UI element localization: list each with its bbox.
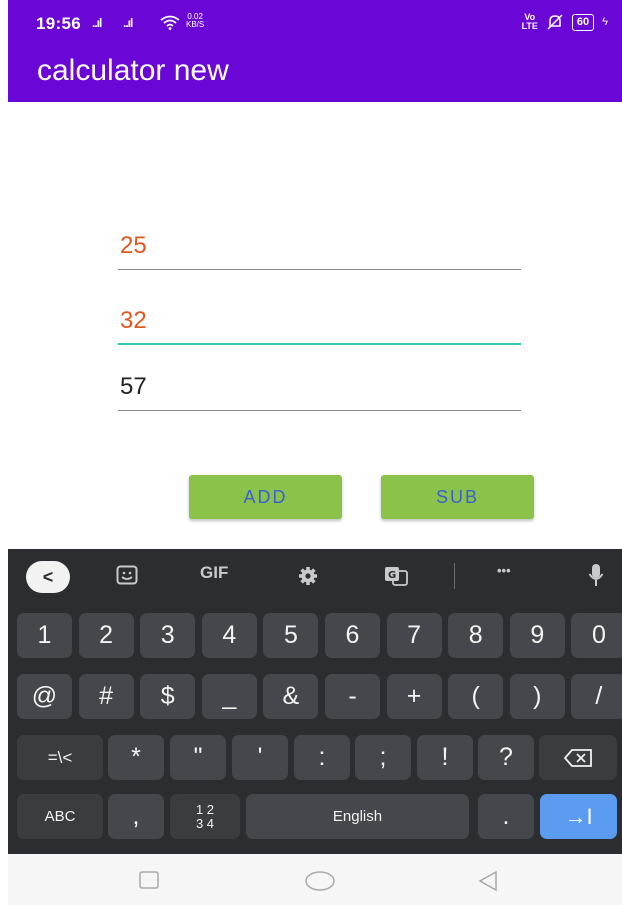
punctuation-key[interactable]: ! <box>417 735 473 780</box>
symbol-key[interactable]: ( <box>448 674 504 719</box>
input-underline <box>118 409 521 411</box>
enter-next-key[interactable]: →I <box>540 794 617 839</box>
result-field[interactable]: 57 <box>118 369 521 411</box>
more-symbols-key[interactable]: =\< <box>17 735 103 780</box>
symbol-key[interactable]: $ <box>140 674 196 719</box>
number-key[interactable]: 0 <box>571 613 622 658</box>
number-key[interactable]: 4 <box>201 613 257 658</box>
toolbar-divider <box>454 563 455 589</box>
status-bar: 19:56 ..ıl ..ıl 0.02 KB/S Vo LTE 60 ϟ <box>8 0 622 48</box>
charging-icon: ϟ <box>602 16 608 28</box>
soft-keyboard: < GIF G ••• 1234567890 @ # $ _ & - +() … <box>8 549 622 854</box>
period-key[interactable]: . <box>478 794 534 839</box>
symbol-key[interactable]: _ <box>201 674 257 719</box>
number-key[interactable]: 1 <box>17 613 72 658</box>
home-circle-icon[interactable] <box>304 870 336 892</box>
backspace-icon <box>563 749 592 767</box>
back-triangle-icon[interactable] <box>476 870 500 892</box>
input-underline <box>118 268 521 270</box>
volte-icon: Vo LTE <box>521 12 538 31</box>
symbol-key[interactable]: ) <box>509 674 565 719</box>
space-key[interactable]: English <box>246 794 469 839</box>
symbol-key[interactable]: - <box>325 674 380 719</box>
symbol-key[interactable]: # <box>78 674 134 719</box>
symbol-key[interactable]: & <box>263 674 319 719</box>
first-number-value: 25 <box>120 232 147 259</box>
punctuation-key[interactable]: ; <box>355 735 411 780</box>
gif-button[interactable]: GIF <box>200 563 228 583</box>
page-title: calculator new <box>37 54 229 87</box>
punctuation-key[interactable]: * <box>108 735 164 780</box>
number-key[interactable]: 3 <box>140 613 196 658</box>
recents-square-icon[interactable] <box>138 870 160 890</box>
network-speed: 0.02 KB/S <box>186 12 205 29</box>
punctuation-key[interactable]: ? <box>478 735 534 780</box>
number-key[interactable]: 2 <box>78 613 134 658</box>
first-number-input[interactable]: 25 <box>118 228 521 270</box>
mute-bell-icon <box>547 14 563 30</box>
status-right: Vo LTE 60 ϟ <box>522 13 608 31</box>
add-button[interactable]: ADD <box>189 475 342 519</box>
battery-icon: 60 <box>571 13 595 31</box>
number-key[interactable]: 7 <box>386 613 442 658</box>
more-options-icon[interactable]: ••• <box>497 563 511 578</box>
status-time: 19:56 <box>36 14 81 33</box>
keyboard-toolbar: < GIF G ••• <box>8 549 622 605</box>
number-key[interactable]: 6 <box>325 613 380 658</box>
punctuation-key[interactable]: : <box>294 735 350 780</box>
wifi-icon <box>160 15 180 30</box>
punctuation-key[interactable]: ' <box>232 735 288 780</box>
comma-key[interactable]: , <box>108 794 164 839</box>
number-key[interactable]: 5 <box>263 613 319 658</box>
punctuation-key[interactable]: " <box>170 735 226 780</box>
second-number-value: 32 <box>120 307 147 334</box>
sub-button[interactable]: SUB <box>381 475 534 519</box>
sticker-icon[interactable] <box>116 565 138 585</box>
backspace-key[interactable] <box>539 735 617 780</box>
translate-icon[interactable]: G <box>384 566 408 586</box>
signal-icon: ..ıl <box>92 16 102 30</box>
number-key[interactable]: 8 <box>448 613 504 658</box>
symbol-key[interactable]: @ <box>17 674 72 719</box>
settings-gear-icon[interactable] <box>298 566 318 586</box>
svg-text:G: G <box>388 570 396 581</box>
abc-key[interactable]: ABC <box>17 794 103 839</box>
app-bar: calculator new <box>8 48 622 102</box>
symbol-key[interactable]: / <box>571 674 622 719</box>
symbol-key[interactable]: + <box>386 674 442 719</box>
microphone-icon[interactable] <box>588 563 604 587</box>
second-number-input[interactable]: 32 <box>118 303 521 345</box>
navigation-bar <box>8 854 622 905</box>
result-value: 57 <box>120 373 147 400</box>
numpad-key[interactable]: 1 2 3 4 <box>170 794 240 839</box>
keyboard-back-button[interactable]: < <box>26 561 70 593</box>
number-key[interactable]: 9 <box>509 613 565 658</box>
signal-icon: ..ıl <box>123 16 133 30</box>
input-underline-active <box>118 342 521 345</box>
